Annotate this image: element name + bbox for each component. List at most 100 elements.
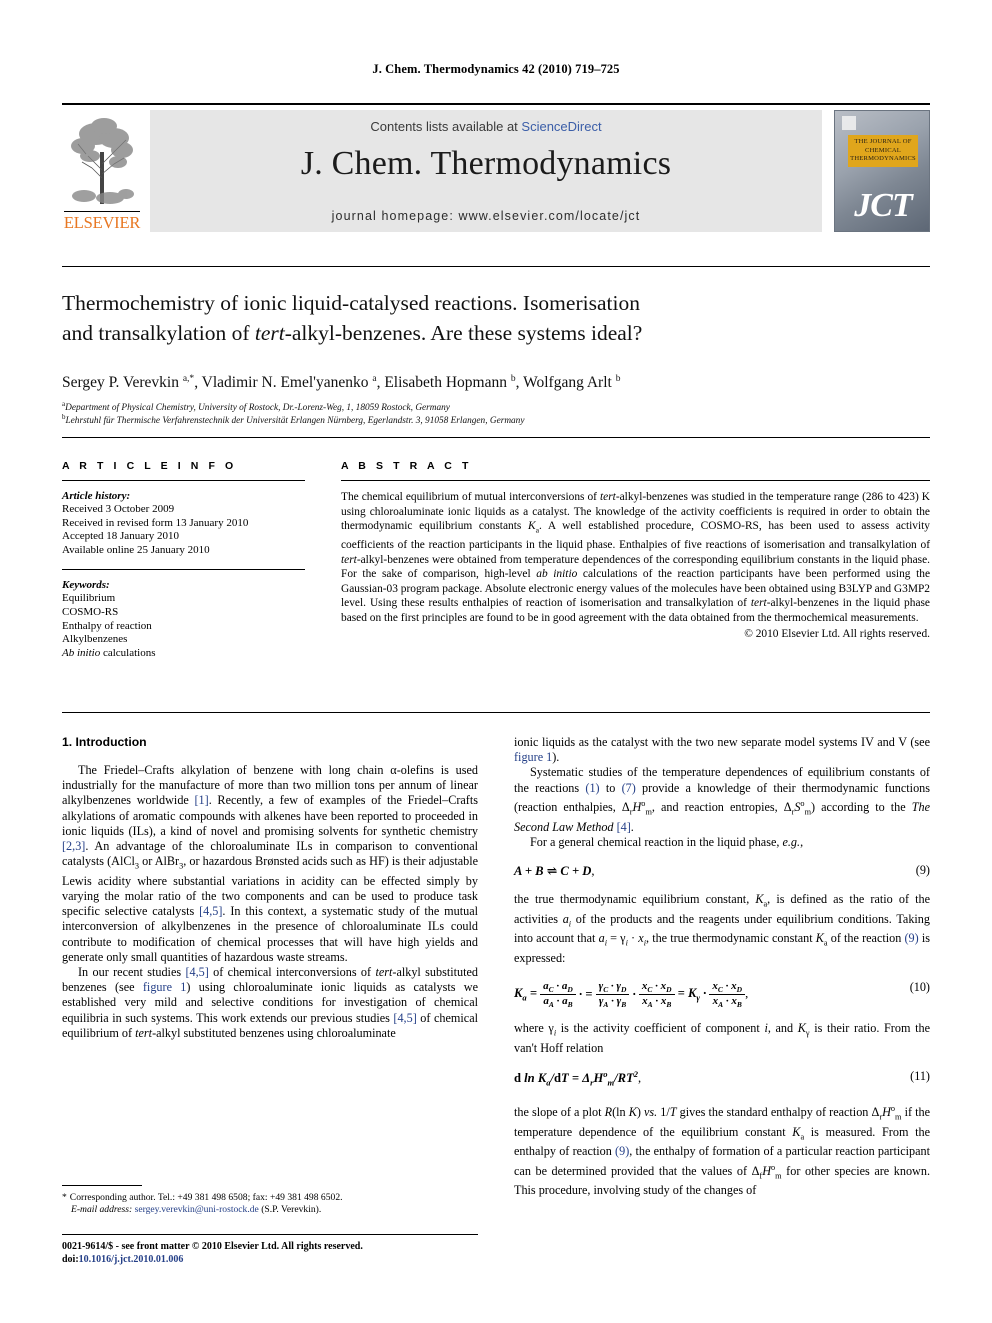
article-title-line2-pre: and transalkylation of bbox=[62, 321, 255, 345]
history-item: Accepted 18 January 2010 bbox=[62, 530, 179, 543]
section-heading-introduction: 1. Introduction bbox=[62, 735, 147, 749]
author-1-affil-marker[interactable]: a,* bbox=[183, 374, 194, 384]
history-item: Received 3 October 2009 bbox=[62, 503, 175, 515]
journal-article-page: J. Chem. Thermodynamics 42 (2010) 719–72… bbox=[0, 0, 992, 1323]
author-4-affil-marker[interactable]: b bbox=[616, 374, 621, 384]
abstract-heading: A B S T R A C T bbox=[341, 460, 472, 472]
footnote-divider bbox=[62, 1185, 142, 1186]
history-item: Available online 25 January 2010 bbox=[62, 543, 210, 556]
footnote-email-label: E-mail address: bbox=[71, 1204, 133, 1216]
doi-label: doi: bbox=[62, 1254, 79, 1265]
article-info-column: A R T I C L E I N F O Article history: R… bbox=[62, 460, 305, 660]
keyword-item: Equilibrium bbox=[62, 592, 116, 605]
page-footer: 0021-9614/$ - see front matter © 2010 El… bbox=[62, 1240, 492, 1266]
keyword-item: Enthalpy of reaction bbox=[62, 619, 152, 632]
intro-paragraph-1: The Friedel–Crafts alkylation of benzene… bbox=[62, 763, 479, 964]
abstract-text: The chemical equilibrium of mutual inter… bbox=[341, 491, 930, 625]
article-history-list: Received 3 October 2009 Received in revi… bbox=[62, 503, 305, 557]
figure-1-link-a[interactable]: figure 1 bbox=[143, 980, 187, 994]
article-title-line1: Thermochemistry of ionic liquid-catalyse… bbox=[62, 291, 640, 315]
right-paragraph-4: where γi is the activity coefficient of … bbox=[514, 1021, 930, 1056]
article-history-label: Article history: bbox=[62, 490, 131, 502]
journal-title: J. Chem. Thermodynamics bbox=[300, 145, 672, 182]
keyword-item: Alkylbenzenes bbox=[62, 633, 128, 646]
doi-link[interactable]: 10.1016/j.jct.2010.01.006 bbox=[79, 1254, 184, 1265]
article-title-line2-italic: tert bbox=[254, 321, 285, 345]
body-column-left: 1. Introduction The Friedel–Crafts alkyl… bbox=[62, 735, 478, 1041]
equation-9-ref[interactable]: (9) bbox=[904, 931, 918, 945]
elsevier-logo: ELSEVIER bbox=[62, 110, 142, 232]
author-4: Wolfgang Arlt b bbox=[523, 374, 621, 392]
keyword-item: COSMO-RS bbox=[62, 605, 119, 618]
right-paragraph-0: ionic liquids as the catalyst with the t… bbox=[514, 735, 930, 765]
equation-11: d ln Ka/dT = ΔrHom/RT2, (11) bbox=[514, 1069, 930, 1088]
body-column-right: ionic liquids as the catalyst with the t… bbox=[514, 735, 930, 1198]
equation-11-number: (11) bbox=[910, 1069, 930, 1084]
author-2-affil-marker[interactable]: a bbox=[372, 374, 376, 384]
cover-elsevier-mini-icon bbox=[842, 116, 856, 130]
author-1: Sergey P. Verevkin a,*, bbox=[62, 374, 199, 392]
keywords-list: Equilibrium COSMO-RS Enthalpy of reactio… bbox=[62, 592, 305, 660]
right-paragraph-3: the true thermodynamic equilibrium const… bbox=[514, 891, 930, 965]
page-title: Thermochemistry of ionic liquid-catalyse… bbox=[62, 288, 892, 348]
keywords-label: Keywords: bbox=[62, 579, 110, 592]
citation-2-3[interactable]: [2,3] bbox=[62, 839, 85, 853]
author-3-affil-marker[interactable]: b bbox=[511, 374, 516, 384]
intro-paragraph-2: In our recent studies [4,5] of chemical … bbox=[62, 965, 478, 1040]
affiliation-b: bLehrstuhl für Thermische Verfahrenstech… bbox=[62, 411, 922, 428]
abstract-copyright: © 2010 Elsevier Ltd. All rights reserved… bbox=[744, 627, 930, 640]
journal-cover-thumbnail: THE JOURNAL OF CHEMICAL THERMODYNAMICS J… bbox=[834, 110, 930, 232]
equation-9-number: (9) bbox=[915, 862, 930, 877]
corresponding-author-footnote: * Corresponding author. Tel.: +49 381 498… bbox=[62, 1192, 482, 1217]
abstract-column: A B S T R A C T The chemical equilibrium… bbox=[341, 460, 930, 640]
citation-4-5-c[interactable]: [4,5] bbox=[393, 1011, 416, 1025]
title-divider bbox=[62, 266, 930, 267]
contents-available-line: Contents lists available at ScienceDirec… bbox=[150, 119, 822, 134]
citation-4-d[interactable]: [4] bbox=[617, 820, 631, 834]
article-title-line2-post: -alkyl-benzenes. Are these systems ideal… bbox=[284, 321, 643, 345]
right-paragraph-5: the slope of a plot R(ln K) vs. 1/T give… bbox=[514, 1103, 931, 1198]
journal-homepage-line[interactable]: journal homepage: www.elsevier.com/locat… bbox=[150, 209, 822, 223]
elsevier-divider bbox=[64, 211, 140, 212]
abstract-rule bbox=[341, 480, 930, 481]
affiliation-b-text: Lehrstuhl für Thermische Verfahrenstechn… bbox=[65, 416, 525, 427]
doi-line: doi:10.1016/j.jct.2010.01.006 bbox=[62, 1253, 492, 1266]
corresponding-author-email-link[interactable]: sergey.verevkin@uni-rostock.de bbox=[135, 1204, 259, 1215]
elsevier-tree-icon bbox=[71, 118, 134, 204]
history-item: Received in revised form 13 January 2010 bbox=[62, 516, 249, 529]
sciencedirect-link[interactable]: ScienceDirect bbox=[521, 119, 601, 134]
equation-10-number: (10) bbox=[909, 980, 930, 995]
footnote-contact: Corresponding author. Tel.: +49 381 498 … bbox=[69, 1192, 343, 1203]
sciencedirect-banner: Contents lists available at ScienceDirec… bbox=[150, 110, 822, 232]
journal-masthead: ELSEVIER Contents lists available at Sci… bbox=[62, 103, 930, 232]
author-2: Vladimir N. Emel'yanenko a, bbox=[201, 374, 381, 392]
figure-1-link-b[interactable]: figure 1 bbox=[514, 750, 552, 764]
equation-10: Ka = aC · aD aA · aB · = γC · γD γA · γB ·… bbox=[514, 980, 930, 1010]
equation-9: A + B ⇌ C + D, (9) bbox=[514, 862, 930, 878]
article-info-rule bbox=[62, 480, 305, 481]
body-divider bbox=[62, 712, 930, 713]
footnote-marker: * bbox=[62, 1192, 67, 1203]
citation-4-5-a[interactable]: [4,5] bbox=[199, 904, 222, 918]
running-head: J. Chem. Thermodynamics 42 (2010) 719–72… bbox=[372, 62, 620, 76]
right-paragraph-1: Systematic studies of the temperature de… bbox=[514, 765, 930, 834]
cover-title-box: THE JOURNAL OF CHEMICAL THERMODYNAMICS bbox=[848, 135, 918, 167]
issn-copyright-line: 0021-9614/$ - see front matter © 2010 El… bbox=[62, 1241, 363, 1252]
citation-4-5-b[interactable]: [4,5] bbox=[185, 965, 208, 979]
article-info-heading: A R T I C L E I N F O bbox=[62, 460, 237, 472]
elsevier-wordmark: ELSEVIER bbox=[63, 213, 141, 232]
keywords-rule bbox=[62, 569, 305, 571]
citation-1[interactable]: [1] bbox=[195, 793, 209, 807]
equation-7-link[interactable]: (7) bbox=[622, 781, 636, 795]
right-paragraph-2: For a general chemical reaction in the l… bbox=[530, 834, 804, 849]
footer-divider bbox=[62, 1234, 478, 1235]
equation-1-link[interactable]: (1) bbox=[585, 781, 599, 795]
equation-9-ref-2[interactable]: (9) bbox=[615, 1144, 629, 1158]
author-3: Elisabeth Hopmann b, bbox=[384, 374, 520, 392]
info-divider bbox=[62, 437, 930, 438]
footnote-email-suffix: (S.P. Verevkin). bbox=[261, 1204, 322, 1216]
contents-prefix: Contents lists available at bbox=[370, 119, 522, 134]
cover-abbrev: JCT bbox=[854, 187, 912, 224]
author-list: Sergey P. Verevkin a,*, Vladimir N. Emel… bbox=[62, 368, 922, 394]
keyword-item: Ab initio calculations bbox=[62, 646, 156, 659]
